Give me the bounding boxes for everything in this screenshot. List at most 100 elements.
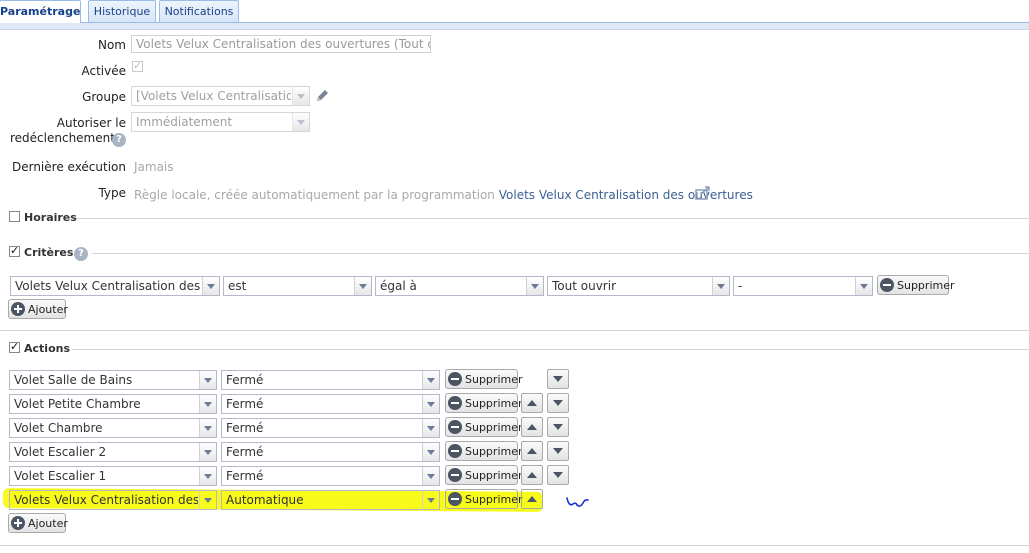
- move-down-button[interactable]: [547, 465, 569, 485]
- minus-circle-icon: [448, 492, 462, 506]
- help-icon[interactable]: ?: [74, 247, 88, 261]
- move-up-button[interactable]: [521, 465, 543, 485]
- critere-value-select[interactable]: Tout ouvrir: [547, 276, 730, 296]
- action-delete-button[interactable]: Supprimer: [445, 465, 523, 485]
- chevron-down-icon: [526, 277, 543, 295]
- derniere-value: Jamais: [134, 160, 174, 174]
- external-link-icon[interactable]: [695, 186, 711, 200]
- move-up-button[interactable]: [521, 489, 543, 509]
- chevron-down-icon: [712, 277, 729, 295]
- chevron-down-icon: [855, 277, 872, 295]
- plus-circle-icon: [11, 516, 25, 530]
- chevron-down-icon: [422, 443, 439, 461]
- action-device-select[interactable]: Volet Chambre: [9, 418, 217, 438]
- tab-historique[interactable]: Historique: [88, 0, 156, 22]
- horaires-title: Horaires: [24, 211, 77, 224]
- action-state-value: Automatique: [226, 493, 304, 507]
- divider: [76, 218, 1029, 219]
- nom-value: Volets Velux Centralisation des ouvertur…: [136, 37, 430, 51]
- action-device-select[interactable]: Volets Velux Centralisation des ou: [9, 490, 217, 510]
- type-link[interactable]: Volets Velux Centralisation des ouvertur…: [499, 188, 753, 202]
- action-device-value: Volet Salle de Bains: [14, 373, 133, 387]
- criteres-title: Critères: [24, 246, 74, 259]
- action-delete-button[interactable]: Supprimer: [445, 489, 523, 509]
- action-delete-button[interactable]: Supprimer: [445, 417, 523, 437]
- move-down-button[interactable]: [547, 393, 569, 413]
- action-device-select[interactable]: Volet Salle de Bains: [9, 370, 217, 390]
- action-device-select[interactable]: Volet Escalier 2: [9, 442, 217, 462]
- chevron-down-icon: [422, 371, 439, 389]
- critere-field-select[interactable]: Volets Velux Centralisation des ou: [10, 276, 220, 296]
- move-down-button[interactable]: [547, 417, 569, 437]
- critere-operator-select[interactable]: égal à: [375, 276, 544, 296]
- action-state-select[interactable]: Fermé: [221, 418, 440, 438]
- action-device-value: Volet Chambre: [14, 421, 103, 435]
- nom-label: Nom: [97, 38, 126, 52]
- chevron-down-icon: [199, 443, 216, 461]
- autoriser-label-2: redéclenchement: [10, 131, 115, 145]
- chevron-down-icon: [199, 395, 216, 413]
- type-label: Type: [98, 186, 126, 200]
- delete-label: Supprimer: [465, 373, 523, 386]
- divider: [0, 330, 1029, 331]
- action-state-value: Fermé: [226, 373, 264, 387]
- tab-notifications[interactable]: Notifications: [159, 0, 239, 22]
- tab-bar: Paramétrage Historique Notifications: [0, 0, 1029, 24]
- action-state-select[interactable]: Fermé: [221, 370, 440, 390]
- horaires-checkbox[interactable]: [9, 211, 20, 222]
- critere-verb-select[interactable]: est: [223, 276, 372, 296]
- type-row: Règle locale, créée automatiquement par …: [134, 188, 753, 202]
- move-down-button[interactable]: [547, 369, 569, 389]
- pencil-icon[interactable]: [314, 88, 330, 104]
- tab-parametrage[interactable]: Paramétrage: [0, 0, 81, 24]
- minus-circle-icon: [880, 278, 894, 292]
- action-device-value: Volet Escalier 2: [14, 445, 107, 459]
- action-delete-button[interactable]: Supprimer: [445, 369, 523, 389]
- critere-value-value: Tout ouvrir: [552, 279, 617, 293]
- groupe-select: [Volets Velux Centralisation d: [131, 86, 310, 106]
- critere-delete-button[interactable]: Supprimer: [877, 275, 955, 295]
- action-state-select[interactable]: Fermé: [221, 442, 440, 462]
- action-device-value: Volet Petite Chambre: [14, 397, 141, 411]
- groupe-label: Groupe: [82, 90, 126, 104]
- tab-strip: [0, 23, 1029, 30]
- autoriser-select: Immédiatement: [131, 112, 310, 132]
- move-up-button[interactable]: [521, 393, 543, 413]
- type-text: Règle locale, créée automatiquement par …: [134, 188, 495, 202]
- action-state-select[interactable]: Fermé: [221, 466, 440, 486]
- action-delete-button[interactable]: Supprimer: [445, 393, 523, 413]
- action-device-select[interactable]: Volet Escalier 1: [9, 466, 217, 486]
- action-state-select[interactable]: Automatique: [221, 490, 440, 510]
- delete-label: Supprimer: [465, 469, 523, 482]
- autoriser-label-1: Autoriser le: [56, 116, 126, 130]
- autoriser-value: Immédiatement: [136, 115, 233, 129]
- action-add-button[interactable]: Ajouter: [8, 513, 68, 533]
- critere-verb-value: est: [228, 279, 247, 293]
- delete-label: Supprimer: [465, 397, 523, 410]
- activee-label: Activée: [81, 64, 126, 78]
- chevron-down-icon: [422, 395, 439, 413]
- action-delete-button[interactable]: Supprimer: [445, 441, 523, 461]
- action-device-value: Volets Velux Centralisation des ou: [14, 493, 198, 507]
- action-device-select[interactable]: Volet Petite Chambre: [9, 394, 217, 414]
- critere-add-button[interactable]: Ajouter: [8, 299, 68, 319]
- delete-label: Supprimer: [465, 493, 523, 506]
- criteres-checkbox[interactable]: [9, 244, 20, 257]
- help-icon[interactable]: ?: [112, 133, 126, 147]
- divider: [92, 253, 1029, 254]
- derniere-label: Dernière exécution: [11, 160, 126, 174]
- action-state-value: Fermé: [226, 421, 264, 435]
- add-label: Ajouter: [28, 303, 68, 316]
- chevron-down-icon: [199, 419, 216, 437]
- action-state-value: Fermé: [226, 445, 264, 459]
- move-down-button[interactable]: [547, 441, 569, 461]
- critere-extra-select[interactable]: -: [733, 276, 873, 296]
- action-device-value: Volet Escalier 1: [14, 469, 107, 483]
- critere-extra-value: -: [738, 279, 743, 293]
- activee-checkbox: [132, 59, 143, 72]
- action-state-select[interactable]: Fermé: [221, 394, 440, 414]
- actions-checkbox[interactable]: [9, 340, 20, 353]
- move-up-button[interactable]: [521, 441, 543, 461]
- minus-circle-icon: [448, 396, 462, 410]
- move-up-button[interactable]: [521, 417, 543, 437]
